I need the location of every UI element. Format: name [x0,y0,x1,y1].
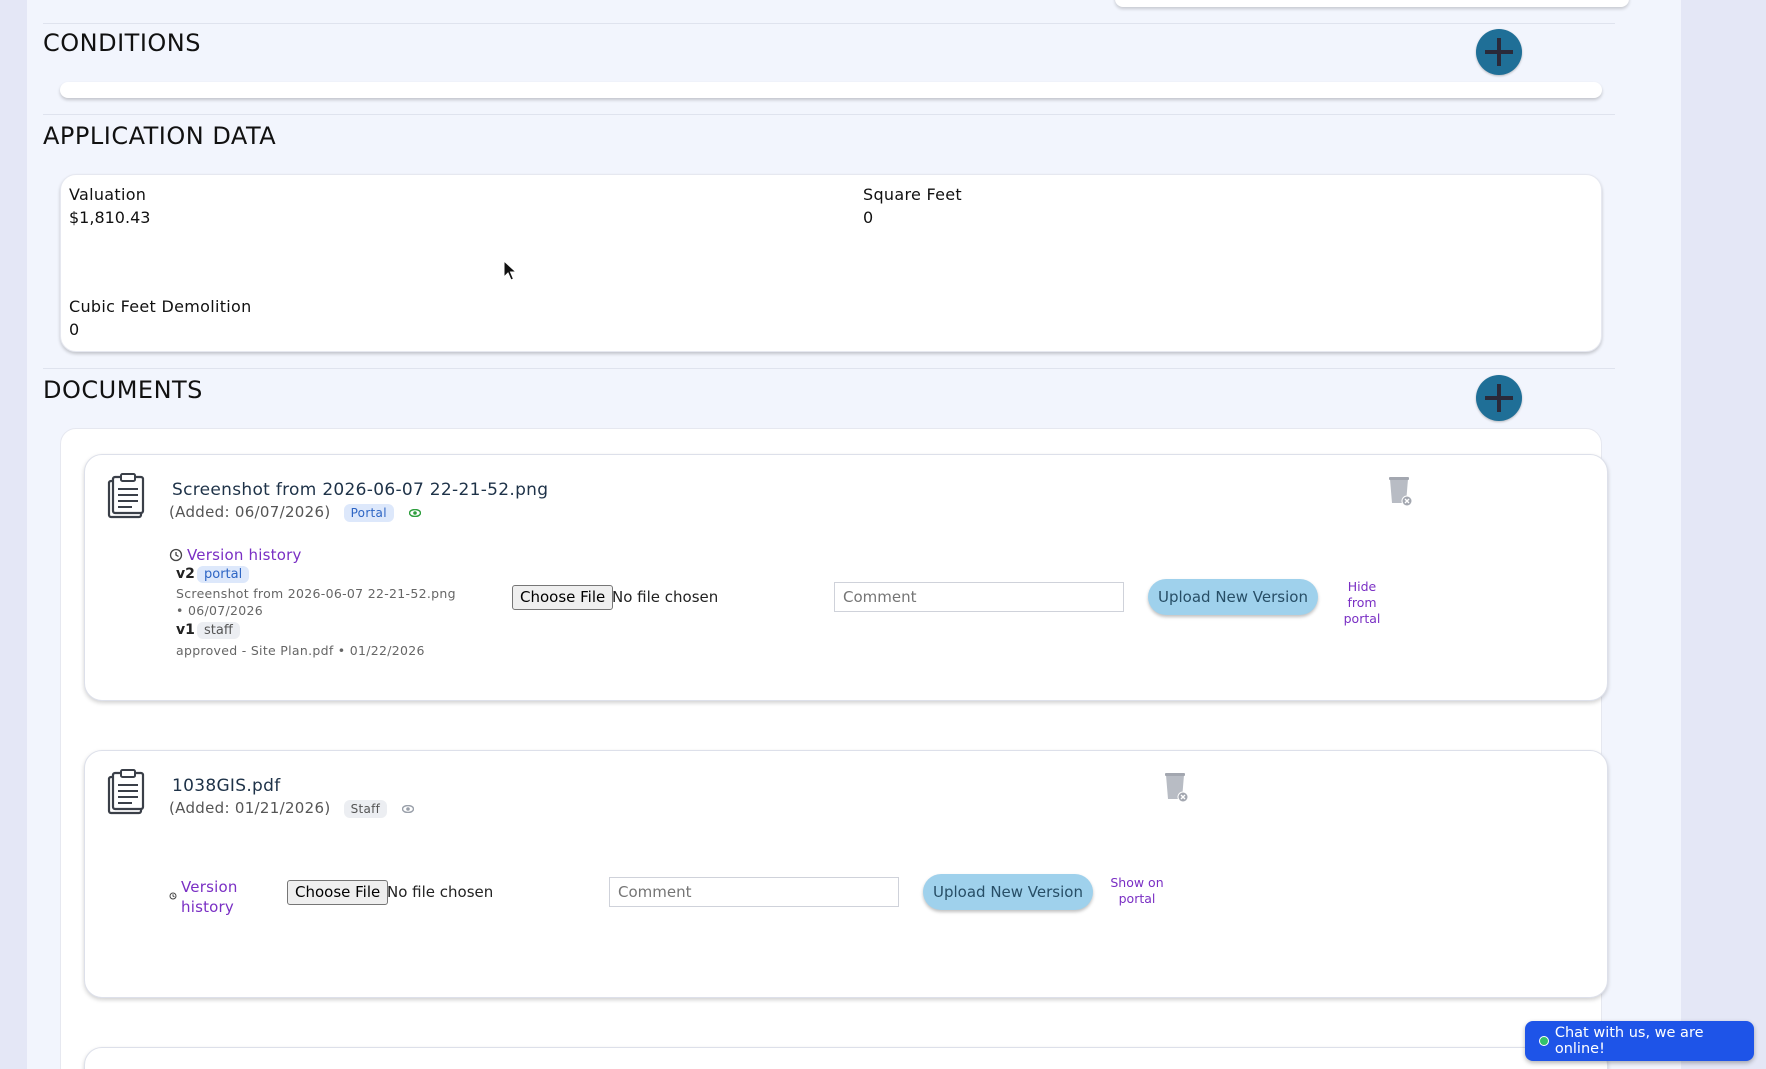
document-card: Screenshot from 2026-06-07 22-21-52.png … [84,454,1608,701]
clipboard-icon [107,769,145,815]
document-card [84,1047,1608,1069]
choose-file-button[interactable]: Choose File [287,880,389,905]
comment-input[interactable] [834,582,1124,612]
document-added: (Added: 06/07/2026) Portal [169,503,421,522]
divider [43,114,1615,115]
eye-icon [402,804,415,813]
staff-badge: Staff [343,799,388,818]
upload-new-version-button[interactable]: Upload New Version [923,874,1093,910]
main-content: CONDITIONS APPLICATION DATA Valuation $1… [27,0,1681,1069]
add-document-button[interactable] [1476,375,1522,421]
hide-from-portal-link[interactable]: Hide from portal [1335,579,1389,627]
version-filename: Screenshot from 2026-06-07 22-21-52.png [176,586,456,601]
clipboard-icon [107,473,145,519]
square-feet-field: Square Feet 0 [863,185,962,227]
history-icon [169,548,183,562]
application-data-title: APPLICATION DATA [43,122,277,150]
conditions-list [60,82,1602,98]
cubic-feet-label: Cubic Feet Demolition [69,297,252,316]
document-added: (Added: 01/21/2026) Staff [169,799,415,818]
version-history-link[interactable]: Version history [187,546,302,564]
version-tag: portal [197,566,250,583]
document-name[interactable]: 1038GIS.pdf [172,776,281,796]
cubic-feet-value: 0 [69,320,80,339]
divider [43,368,1615,369]
chat-button[interactable]: Chat with us, we are online! [1525,1021,1754,1061]
cubic-feet-field: Cubic Feet Demolition 0 [69,297,252,339]
valuation-label: Valuation [69,185,147,204]
version-meta: Screenshot from 2026-06-07 22-21-52.png … [176,585,456,619]
online-status-icon [1539,1036,1549,1046]
version-label: v2 [176,566,195,582]
square-feet-value: 0 [863,208,874,227]
trash-icon[interactable] [1161,769,1191,805]
version-history-line: history [181,898,234,916]
trash-icon[interactable] [1385,473,1415,509]
file-status: No file chosen [612,588,719,606]
version-label: v1 [176,622,195,638]
file-status: No file chosen [387,883,494,901]
show-on-portal-link[interactable]: Show on portal [1110,875,1164,907]
conditions-title: CONDITIONS [43,29,201,57]
document-card: 1038GIS.pdf (Added: 01/21/2026) Staff Ve… [84,750,1608,998]
version-meta: approved - Site Plan.pdf • 01/22/2026 [176,643,425,658]
version-history-link[interactable]: Version history [181,877,238,917]
version-history-line: Version [181,878,238,896]
version-date: • 06/07/2026 [176,603,263,618]
document-added-date: (Added: 06/07/2026) [169,503,331,521]
plus-icon [1485,38,1513,66]
plus-icon [1485,384,1513,412]
portal-badge: Portal [343,503,394,522]
upload-new-version-button[interactable]: Upload New Version [1148,579,1318,615]
eye-icon [408,508,421,517]
comment-input[interactable] [609,877,899,907]
application-data-card: Valuation $1,810.43 Square Feet 0 Cubic … [60,174,1602,352]
valuation-field: Valuation $1,810.43 [69,185,150,227]
add-condition-button[interactable] [1476,29,1522,75]
version-tag: staff [197,622,240,639]
previous-section-card [1115,0,1629,7]
mouse-cursor-icon [503,260,517,281]
document-name[interactable]: Screenshot from 2026-06-07 22-21-52.png [172,480,548,500]
history-icon [169,892,177,900]
document-added-date: (Added: 01/21/2026) [169,799,331,817]
valuation-value: $1,810.43 [69,208,151,227]
square-feet-label: Square Feet [863,185,963,204]
divider [43,23,1615,24]
documents-title: DOCUMENTS [43,376,203,404]
chat-label: Chat with us, we are online! [1554,1025,1704,1057]
choose-file-button[interactable]: Choose File [512,585,614,610]
